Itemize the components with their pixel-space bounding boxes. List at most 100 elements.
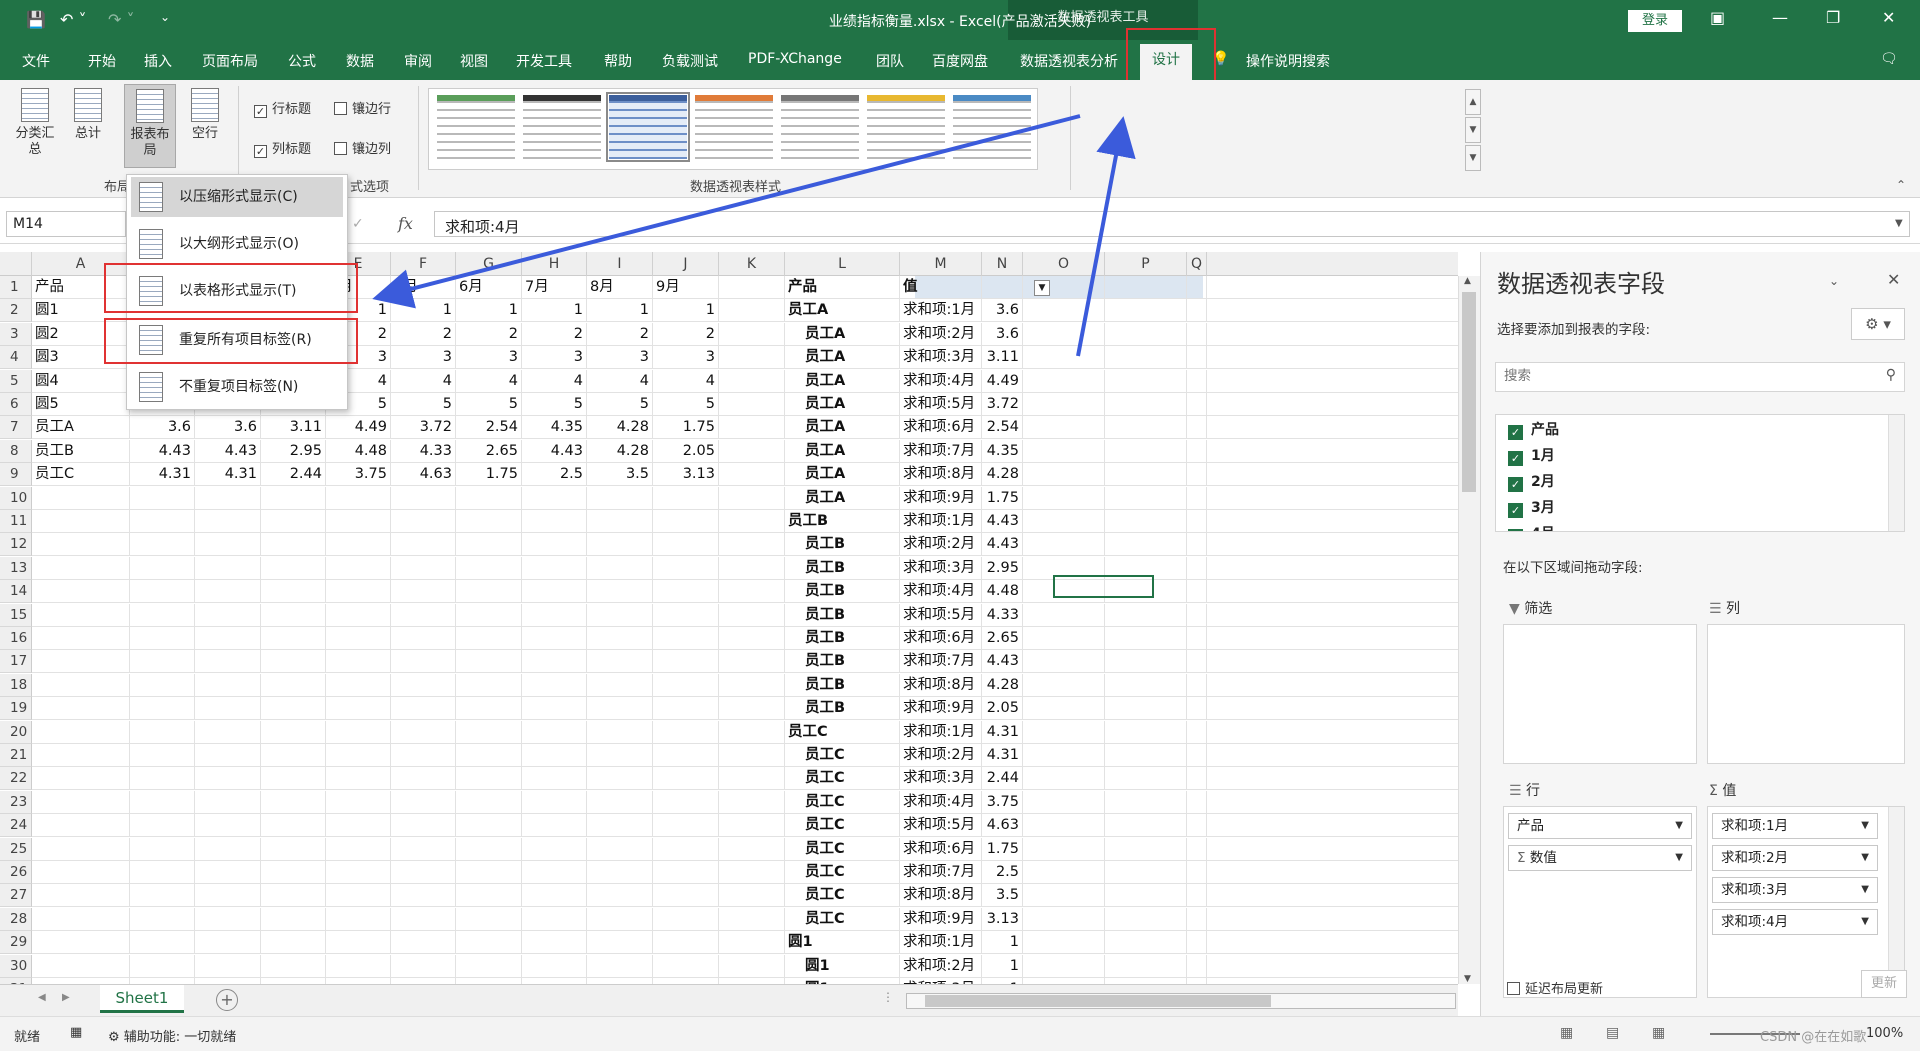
cell[interactable]: 求和项:3月 — [900, 556, 982, 580]
cell[interactable]: 1.75 — [653, 416, 719, 440]
cell[interactable] — [456, 954, 522, 978]
cell[interactable]: 员工C — [785, 861, 900, 884]
cell[interactable] — [719, 603, 785, 627]
cell[interactable] — [587, 533, 653, 557]
cell[interactable] — [1023, 603, 1105, 627]
cell[interactable] — [195, 931, 261, 955]
cell[interactable] — [195, 814, 261, 838]
cell[interactable] — [1105, 463, 1187, 487]
tab-pdf-xchange[interactable]: PDF-XChange — [748, 51, 842, 67]
cell[interactable] — [1187, 322, 1207, 346]
cell[interactable] — [1105, 884, 1187, 908]
cell[interactable] — [326, 697, 391, 721]
cell[interactable] — [391, 837, 456, 861]
cell[interactable] — [326, 510, 391, 533]
cell[interactable] — [456, 580, 522, 604]
cell[interactable] — [391, 486, 456, 510]
cell[interactable] — [587, 510, 653, 533]
cell[interactable]: 求和项:2月 — [900, 744, 982, 767]
cell[interactable] — [653, 837, 719, 861]
cell[interactable] — [1023, 369, 1105, 393]
cell[interactable]: 4.49 — [982, 369, 1023, 393]
cell[interactable] — [653, 650, 719, 674]
pane-options-chevron-icon[interactable]: ⌄ — [1829, 274, 1839, 288]
cell[interactable] — [1105, 322, 1187, 346]
cell[interactable]: 员工B — [32, 439, 130, 463]
cell[interactable]: 求和项:8月 — [900, 884, 982, 908]
cell[interactable]: 1 — [982, 954, 1023, 978]
cell[interactable]: 3 — [522, 346, 587, 370]
cell[interactable] — [522, 837, 587, 861]
cell[interactable]: 4.63 — [982, 814, 1023, 838]
cell[interactable] — [195, 907, 261, 931]
cell[interactable] — [653, 510, 719, 533]
cell[interactable] — [195, 884, 261, 908]
tab-home[interactable]: 开始 — [88, 51, 116, 71]
row-header[interactable]: 17 — [0, 650, 32, 674]
cell[interactable] — [195, 603, 261, 627]
cell[interactable] — [653, 720, 719, 744]
cell[interactable]: 4.28 — [587, 439, 653, 463]
cell[interactable] — [1105, 439, 1187, 463]
cell[interactable]: 员工B — [785, 603, 900, 627]
cell[interactable] — [719, 556, 785, 580]
cell[interactable] — [653, 884, 719, 908]
cell[interactable] — [1187, 299, 1207, 323]
cell[interactable] — [1105, 603, 1187, 627]
cell[interactable] — [456, 510, 522, 533]
cell[interactable] — [1023, 767, 1105, 791]
cell[interactable] — [130, 767, 195, 791]
cell[interactable]: 4.33 — [982, 603, 1023, 627]
field-search-input[interactable] — [1496, 363, 1856, 389]
cell[interactable] — [261, 931, 326, 955]
cell[interactable] — [522, 533, 587, 557]
cell[interactable]: 4.28 — [587, 416, 653, 440]
cell[interactable] — [653, 744, 719, 767]
cell[interactable] — [587, 650, 653, 674]
cell[interactable] — [719, 907, 785, 931]
cell[interactable] — [1187, 439, 1207, 463]
cell[interactable]: 2 — [522, 322, 587, 346]
pivot-filter-dropdown-icon[interactable]: ▼ — [1034, 280, 1050, 296]
cell[interactable]: 3.72 — [391, 416, 456, 440]
cell[interactable] — [653, 603, 719, 627]
cell[interactable]: 员工B — [785, 533, 900, 557]
cell[interactable]: 1 — [391, 299, 456, 323]
cell[interactable]: 2.05 — [982, 697, 1023, 721]
cell[interactable] — [1023, 346, 1105, 370]
cell[interactable] — [522, 861, 587, 884]
cell[interactable] — [1187, 276, 1207, 299]
cell[interactable]: 1 — [587, 299, 653, 323]
cell[interactable]: 员工B — [785, 673, 900, 697]
column-header-p[interactable]: P — [1105, 252, 1187, 276]
accessibility-status[interactable]: ⚙ 辅助功能: 一切就绪 — [108, 1026, 236, 1045]
cell[interactable]: 2.54 — [456, 416, 522, 440]
cell[interactable] — [1023, 416, 1105, 440]
cell[interactable]: 2.44 — [261, 463, 326, 487]
cell[interactable]: 4 — [456, 369, 522, 393]
cell[interactable] — [719, 510, 785, 533]
cell[interactable] — [261, 486, 326, 510]
column-header-i[interactable]: I — [587, 252, 653, 276]
cell[interactable] — [1023, 884, 1105, 908]
zoom-level[interactable]: 100% — [1866, 1026, 1903, 1041]
cell[interactable]: 2 — [653, 322, 719, 346]
cell[interactable] — [391, 510, 456, 533]
cell[interactable] — [1023, 393, 1105, 416]
cell[interactable] — [326, 650, 391, 674]
enter-icon[interactable]: ✓ — [352, 216, 364, 232]
tab-file[interactable]: 文件 — [22, 51, 50, 71]
cell[interactable] — [326, 790, 391, 814]
cell[interactable] — [1105, 393, 1187, 416]
tab-split-icon[interactable]: ⋮ — [882, 990, 894, 1004]
cell[interactable] — [32, 790, 130, 814]
cell[interactable] — [1023, 720, 1105, 744]
cell[interactable]: 员工C — [785, 884, 900, 908]
row-field-product[interactable]: 产品 ▼ — [1508, 813, 1692, 839]
collapse-ribbon-icon[interactable]: ⌃ — [1896, 178, 1906, 192]
cell[interactable] — [391, 814, 456, 838]
row-header[interactable]: 1 — [0, 276, 32, 299]
cell[interactable] — [1187, 580, 1207, 604]
cell[interactable]: 4 — [522, 369, 587, 393]
cell[interactable]: 7月 — [522, 276, 587, 299]
